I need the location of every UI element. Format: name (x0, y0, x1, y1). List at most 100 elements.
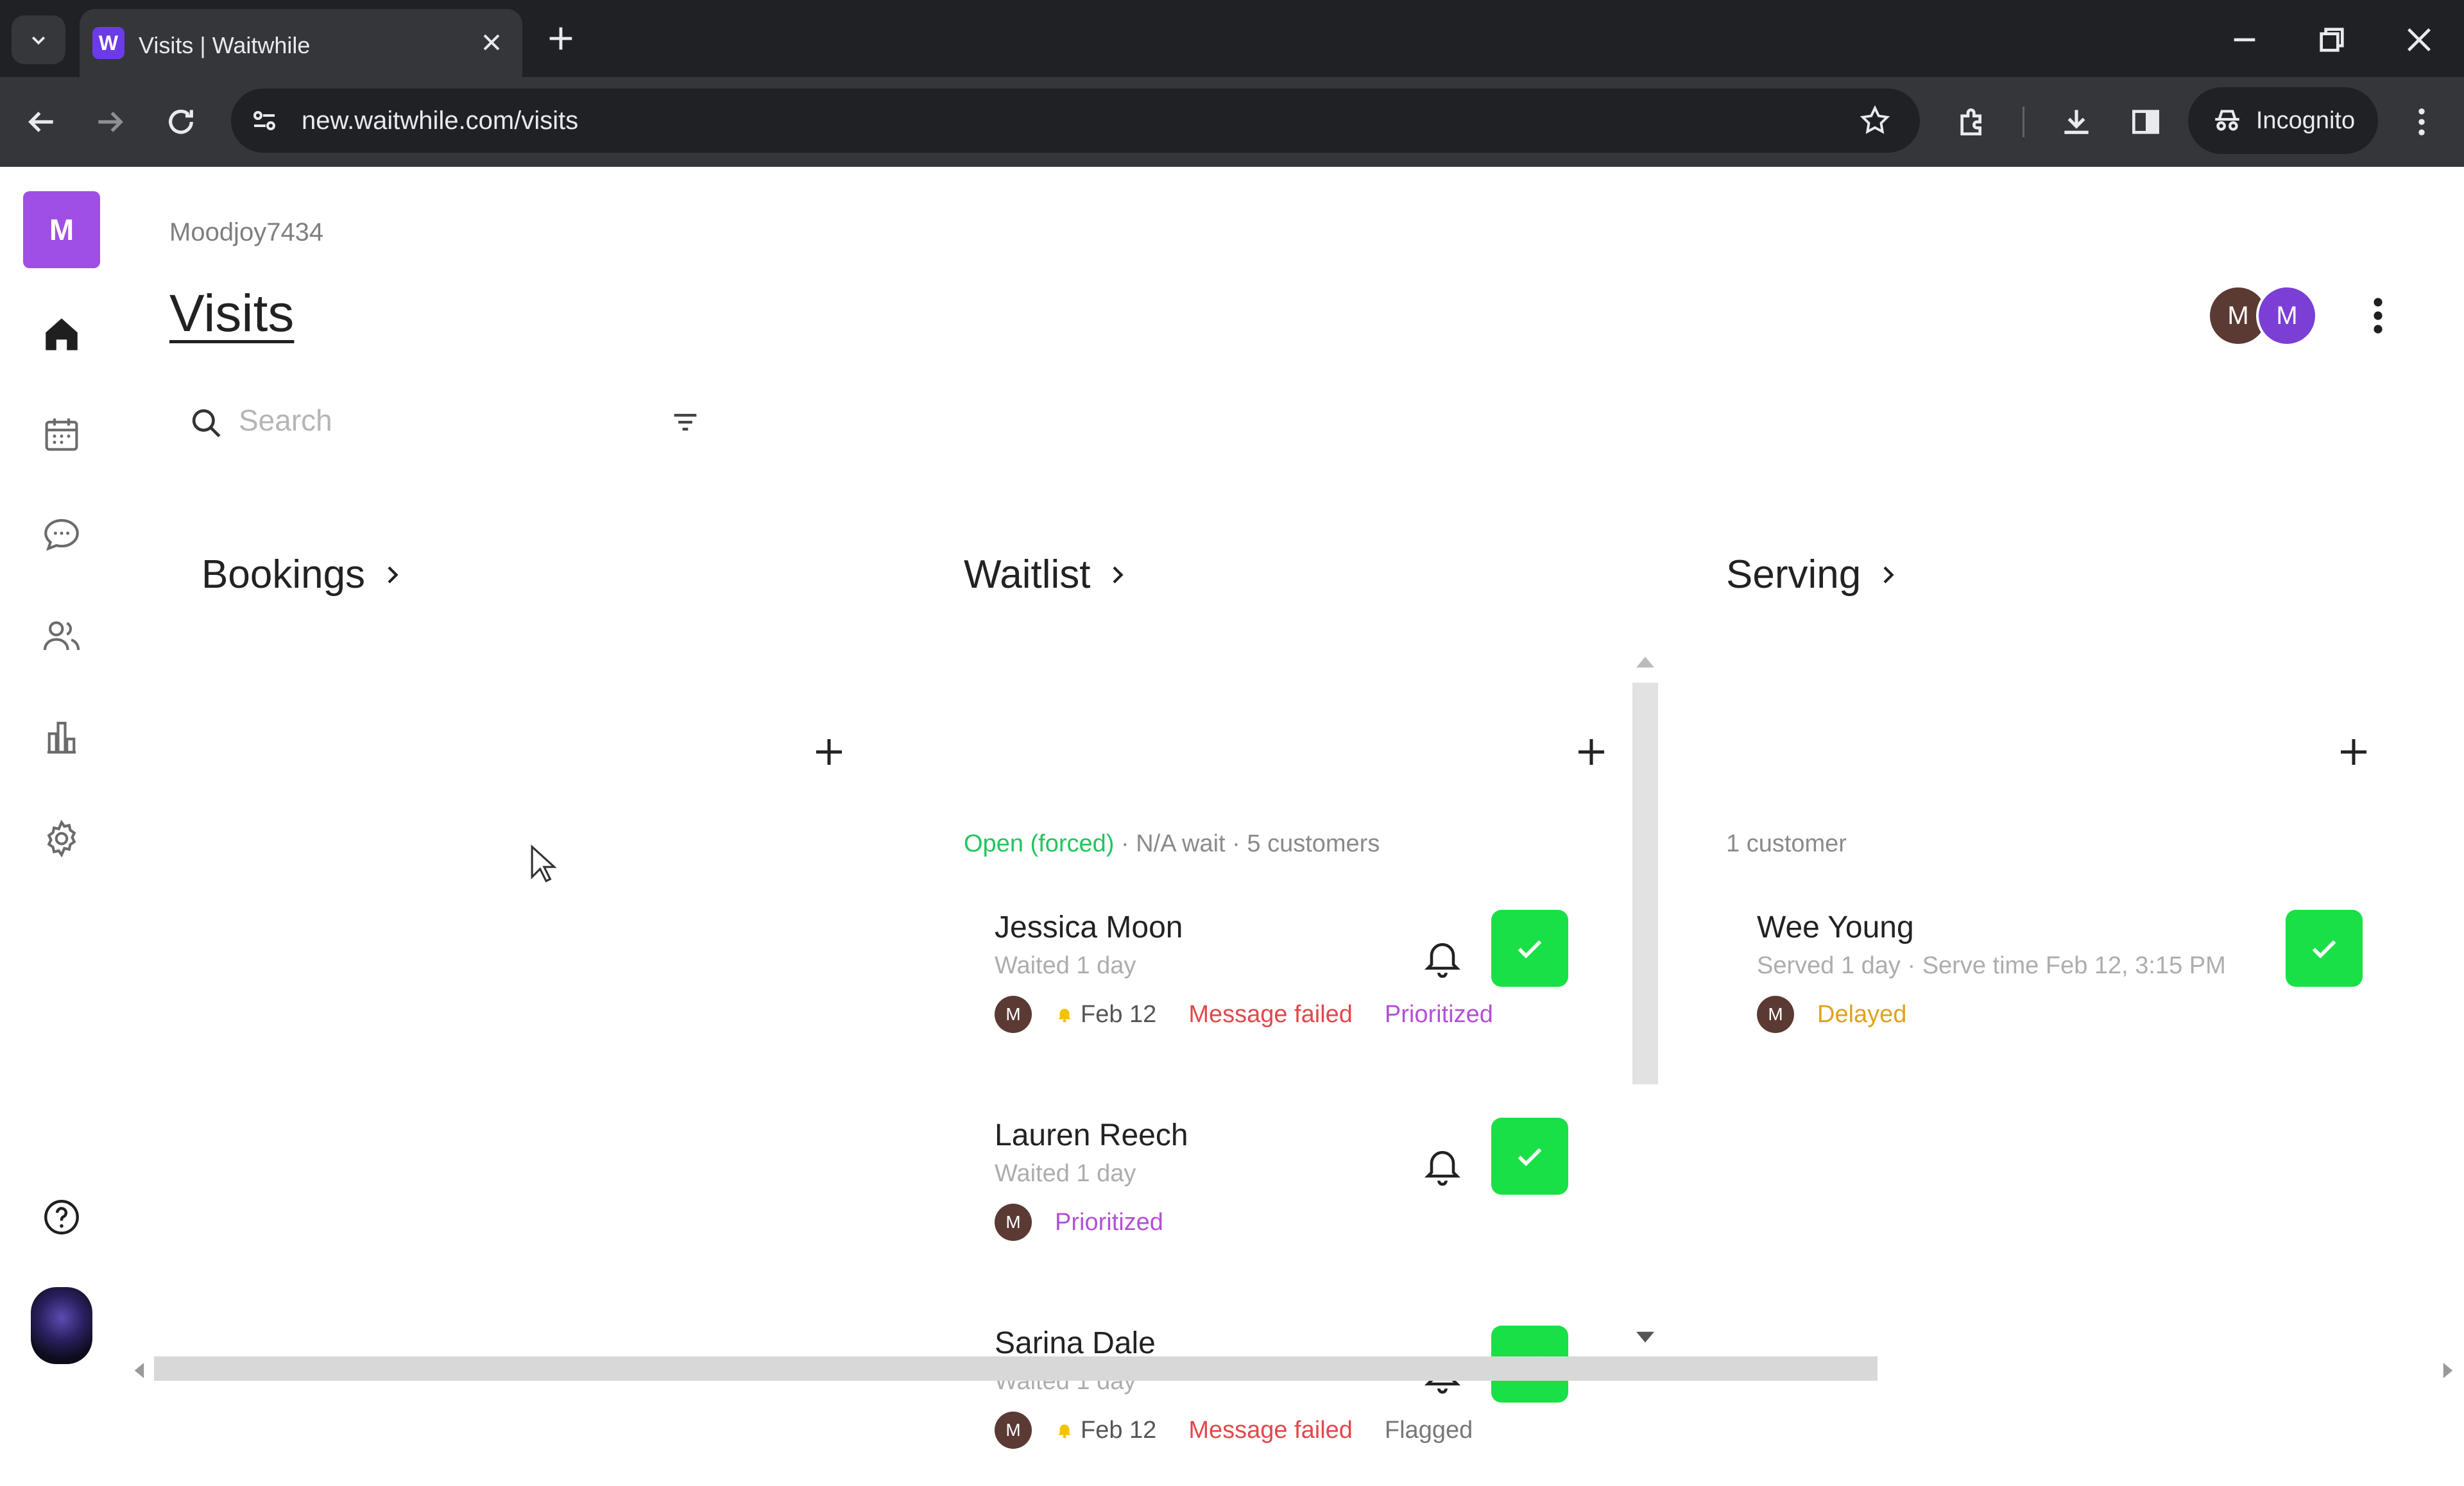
serving-title: Serving (1726, 552, 1861, 597)
tab-search-button[interactable] (12, 15, 65, 64)
site-settings-icon[interactable] (249, 105, 280, 136)
search-icon (192, 409, 221, 438)
customers-icon[interactable] (40, 615, 83, 657)
customer-name: Wee Young (1757, 910, 1914, 944)
serving-header[interactable]: Serving (1726, 552, 1901, 597)
assignee-avatar: M (995, 996, 1032, 1033)
message-failed-label: Message failed (1188, 1000, 1353, 1028)
notified-date: Feb 12 (1081, 1000, 1157, 1028)
tab-close-icon[interactable] (477, 28, 506, 56)
notify-bell-icon[interactable] (1421, 935, 1464, 979)
mouse-cursor-icon (531, 844, 557, 883)
assignee-avatar: M (1757, 996, 1794, 1033)
check-icon (2312, 940, 2336, 959)
serve-check-button[interactable] (1491, 910, 1568, 987)
sidebar: M (0, 167, 124, 1386)
serve-time: Served 1 day · Serve time Feb 12, 3:15 P… (1757, 952, 2226, 979)
restore-icon[interactable] (2314, 22, 2350, 58)
incognito-icon (2215, 110, 2239, 131)
staff-avatars[interactable]: M M (2207, 285, 2320, 346)
prioritized-tag: Prioritized (1384, 1000, 1493, 1028)
forward-icon[interactable] (92, 104, 128, 140)
app-content: M Moodjoy7434 Visits M M Bookings Waitli… (0, 167, 2464, 1449)
workspace-logo[interactable]: M (23, 191, 100, 268)
waitlist-open-status: Open (forced) (964, 830, 1115, 857)
bookings-title: Bookings (201, 552, 366, 597)
card-meta: M Feb 12 Message failed Flagged (995, 1412, 1473, 1449)
page-title[interactable]: Visits (169, 284, 294, 344)
customer-name: Jessica Moon (995, 910, 1183, 944)
serving-count: 1 customer (1726, 830, 1847, 857)
chevron-right-icon (388, 566, 398, 583)
more-options-icon[interactable] (2364, 293, 2392, 339)
window-close-icon[interactable] (2401, 22, 2437, 58)
bookings-header[interactable]: Bookings (201, 552, 405, 597)
browser-menu-icon[interactable] (2404, 104, 2440, 140)
incognito-indicator[interactable]: Incognito (2188, 87, 2378, 154)
tab-title: Visits | Waitwhile (139, 32, 311, 58)
assignee-avatar: M (995, 1204, 1032, 1241)
horizontal-scrollbar[interactable] (154, 1356, 1878, 1381)
card-meta: M Delayed (1757, 996, 1906, 1033)
toolbar-divider (2023, 107, 2024, 137)
bell-notified-icon (1055, 1421, 1074, 1440)
wait-time: Waited 1 day (995, 1160, 1136, 1187)
back-icon[interactable] (23, 104, 59, 140)
minimize-icon[interactable] (2227, 22, 2263, 58)
logo-letter: M (49, 213, 74, 246)
waitlist-card[interactable]: Jessica Moon Waited 1 day M Feb 12 Messa… (995, 910, 1611, 1070)
chevron-right-icon (1113, 566, 1124, 583)
wait-time: Waited 1 day (995, 952, 1136, 979)
incognito-label: Incognito (2255, 107, 2356, 134)
filter-icon[interactable] (669, 406, 702, 439)
scroll-down-arrow-icon[interactable] (1636, 1331, 1654, 1344)
search-input[interactable] (237, 400, 651, 440)
add-serving-icon[interactable] (2334, 733, 2373, 771)
notify-bell-icon[interactable] (1421, 1143, 1464, 1187)
check-icon (1518, 940, 1542, 959)
bell-notified-icon (1055, 1005, 1074, 1024)
add-waitlist-icon[interactable] (1572, 733, 1611, 771)
browser-tab-bar: W Visits | Waitwhile (0, 0, 2464, 77)
browser-tab-active[interactable]: W Visits | Waitwhile (80, 9, 522, 77)
serve-check-button[interactable] (1491, 1118, 1568, 1195)
analytics-icon[interactable] (40, 716, 83, 758)
scroll-left-arrow-icon[interactable] (133, 1363, 145, 1378)
settings-gear-icon[interactable] (40, 817, 83, 860)
chevron-down-icon (31, 36, 46, 45)
help-icon[interactable] (40, 1196, 83, 1238)
message-failed-label: Message failed (1188, 1416, 1353, 1444)
new-tab-icon[interactable] (544, 22, 578, 55)
card-meta: M Feb 12 Message failed Prioritized (995, 996, 1493, 1033)
delayed-tag: Delayed (1817, 1000, 1907, 1028)
waitlist-title: Waitlist (964, 552, 1091, 597)
chevron-right-icon (1883, 566, 1894, 583)
calendar-icon[interactable] (40, 413, 83, 456)
staff-avatar[interactable]: M (2256, 285, 2318, 346)
reload-icon[interactable] (163, 104, 199, 140)
scroll-up-arrow-icon[interactable] (1636, 656, 1654, 669)
waitlist-card[interactable]: Sarina Dale Waited 1 day M Feb 12 Messag… (995, 1326, 1611, 1486)
waitlist-scrollbar[interactable] (1632, 683, 1658, 1084)
flagged-tag: Flagged (1384, 1416, 1473, 1444)
assignee-avatar: M (995, 1412, 1032, 1449)
bookmark-star-icon[interactable] (1858, 104, 1892, 137)
user-profile-avatar[interactable] (31, 1287, 92, 1364)
complete-check-button[interactable] (2286, 910, 2363, 987)
serving-card[interactable]: Wee Young Served 1 day · Serve time Feb … (1757, 910, 2366, 1070)
waitlist-header[interactable]: Waitlist (964, 552, 1130, 597)
add-booking-icon[interactable] (810, 733, 848, 771)
waitwhile-favicon-icon: W (92, 27, 124, 59)
waitlist-status-details: · N/A wait · 5 customers (1114, 830, 1380, 857)
home-icon[interactable] (40, 313, 83, 355)
card-meta: M Prioritized (995, 1204, 1163, 1241)
download-icon[interactable] (2058, 104, 2094, 140)
chat-icon[interactable] (40, 513, 83, 556)
side-panel-icon[interactable] (2128, 104, 2164, 140)
address-bar[interactable]: new.waitwhile.com/visits (231, 89, 1920, 153)
extensions-icon[interactable] (1955, 104, 1990, 140)
check-icon (1518, 1148, 1542, 1166)
waitlist-card[interactable]: Lauren Reech Waited 1 day M Prioritized (995, 1118, 1611, 1278)
scroll-right-arrow-icon[interactable] (2442, 1363, 2454, 1378)
favicon-letter: W (98, 31, 119, 55)
